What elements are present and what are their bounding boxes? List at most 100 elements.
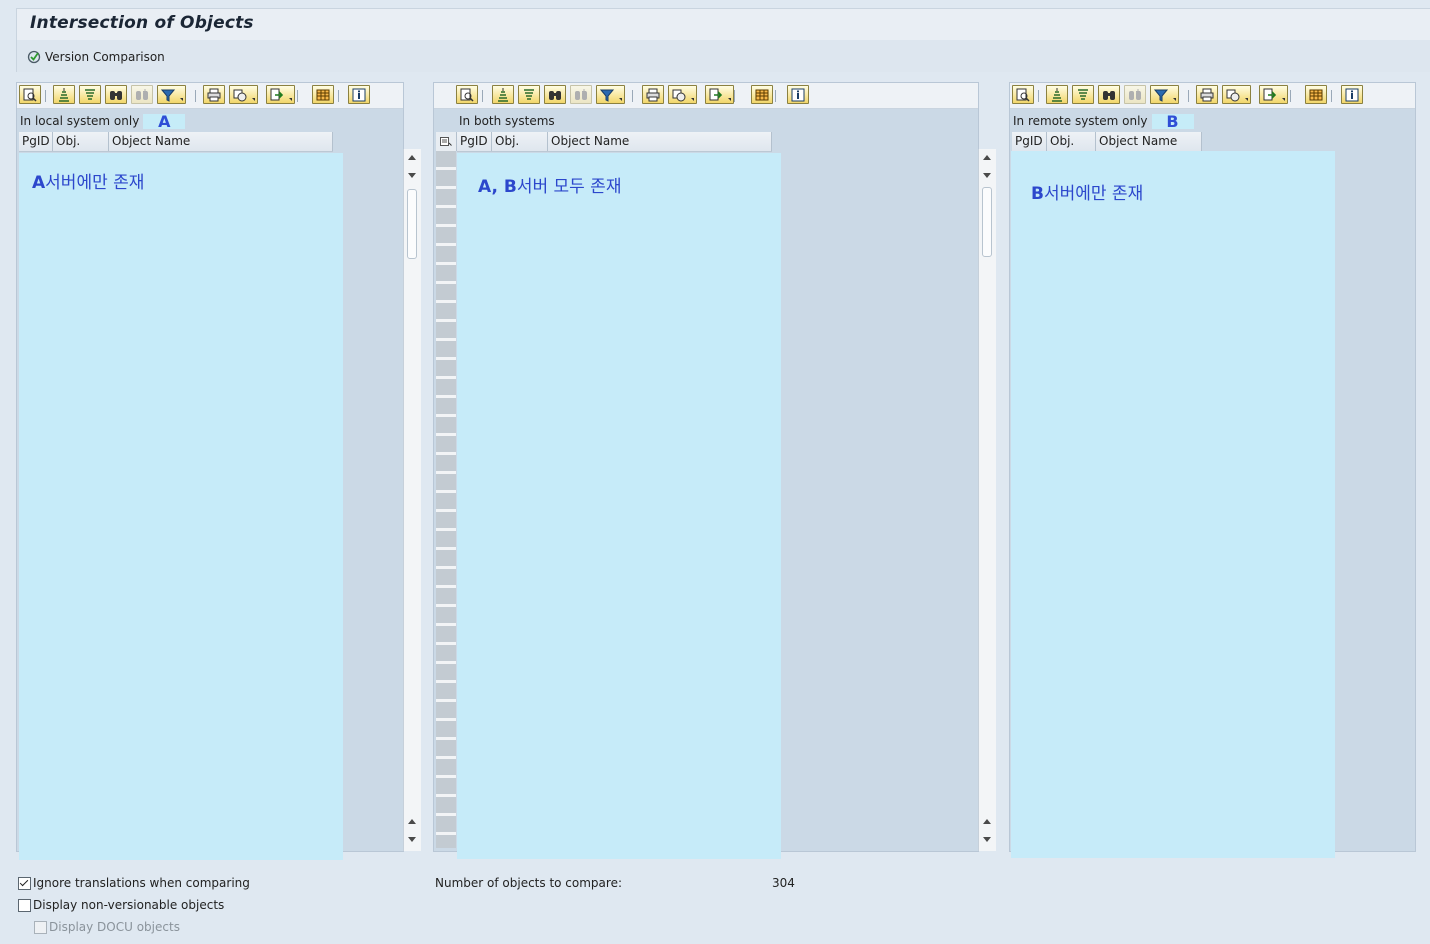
print-button[interactable] xyxy=(1196,85,1218,104)
version-comparison-label: Version Comparison xyxy=(45,50,165,64)
sort-ascending-button[interactable] xyxy=(492,85,514,104)
column-header-obj[interactable]: Obj. xyxy=(53,132,109,151)
views-button[interactable] xyxy=(229,85,258,104)
column-header-object-name[interactable]: Object Name xyxy=(548,132,772,151)
info-button[interactable] xyxy=(348,85,370,104)
info-button[interactable] xyxy=(1341,85,1363,104)
scroll-down-icon[interactable] xyxy=(983,173,991,178)
grid-title-label: In both systems xyxy=(459,114,555,128)
select-all-button[interactable] xyxy=(436,132,457,151)
display-docu-option: Display DOCU objects xyxy=(34,920,180,934)
details-button[interactable] xyxy=(456,85,478,104)
find-button[interactable] xyxy=(544,85,566,104)
title-bar: Intersection of Objects xyxy=(16,8,1430,41)
views-icon xyxy=(233,88,247,102)
local-only-panel: In local system only A PgID Obj. Object … xyxy=(16,82,421,860)
scroll-thumb[interactable] xyxy=(407,189,417,259)
ignore-translations-checkbox[interactable] xyxy=(18,876,31,890)
sort-descending-button[interactable] xyxy=(1072,85,1094,104)
info-icon xyxy=(791,88,805,102)
scroll-up-icon[interactable] xyxy=(983,819,991,824)
print-button[interactable] xyxy=(203,85,225,104)
toolbar-separator xyxy=(632,90,633,102)
layout-icon xyxy=(755,88,769,102)
display-non-versionable-checkbox[interactable] xyxy=(18,898,31,912)
sort-ascending-button[interactable] xyxy=(1046,85,1068,104)
scroll-down-icon[interactable] xyxy=(408,173,416,178)
toolbar-separator xyxy=(1331,90,1332,102)
column-header-object-name[interactable]: Object Name xyxy=(1096,132,1202,151)
find-next-button xyxy=(570,85,592,104)
annotation-area-both: A, B서버 모두 존재 xyxy=(457,153,781,859)
select-all-icon xyxy=(440,136,452,146)
filter-button[interactable] xyxy=(1150,85,1179,104)
remote-only-panel: In remote system only B PgID Obj. Object… xyxy=(1009,82,1416,858)
export-button[interactable] xyxy=(705,85,734,104)
version-comparison-button[interactable]: Version Comparison xyxy=(27,48,165,66)
column-header-pgid[interactable]: PgID xyxy=(19,132,53,151)
column-header-pgid[interactable]: PgID xyxy=(1012,132,1047,151)
sort-descending-button[interactable] xyxy=(79,85,101,104)
find-next-button xyxy=(131,85,153,104)
toolbar-separator xyxy=(338,90,339,102)
scroll-up-icon[interactable] xyxy=(983,155,991,160)
system-a-mark: A xyxy=(143,113,186,129)
sort-ascending-icon xyxy=(496,87,510,102)
filter-button[interactable] xyxy=(157,85,186,104)
layout-button[interactable] xyxy=(751,85,773,104)
details-button[interactable] xyxy=(19,85,41,104)
find-icon xyxy=(1102,88,1116,102)
info-icon xyxy=(1345,88,1359,102)
print-icon xyxy=(207,88,221,102)
details-icon xyxy=(23,88,37,102)
sort-descending-icon xyxy=(522,88,536,102)
details-button[interactable] xyxy=(1012,85,1034,104)
display-non-versionable-option[interactable]: Display non-versionable objects xyxy=(18,898,224,912)
toolbar-separator xyxy=(482,90,483,102)
column-header-obj[interactable]: Obj. xyxy=(492,132,548,151)
column-header-object-name[interactable]: Object Name xyxy=(109,132,333,151)
row-selector-column[interactable] xyxy=(436,151,456,848)
export-button[interactable] xyxy=(1259,85,1288,104)
toolbar-separator xyxy=(734,90,735,102)
views-button[interactable] xyxy=(668,85,697,104)
layout-button[interactable] xyxy=(1305,85,1327,104)
sort-descending-button[interactable] xyxy=(518,85,540,104)
export-button[interactable] xyxy=(266,85,295,104)
sort-ascending-icon xyxy=(1050,87,1064,102)
system-b-mark: B xyxy=(1151,113,1194,129)
column-header-pgid[interactable]: PgID xyxy=(457,132,492,151)
annotation-text: A, B서버 모두 존재 xyxy=(478,177,622,197)
layout-icon xyxy=(316,88,330,102)
vertical-scrollbar[interactable] xyxy=(403,149,421,851)
ignore-translations-label: Ignore translations when comparing xyxy=(33,876,250,890)
find-icon xyxy=(548,88,562,102)
filter-icon xyxy=(600,88,614,102)
layout-button[interactable] xyxy=(312,85,334,104)
views-button[interactable] xyxy=(1222,85,1251,104)
find-icon xyxy=(109,88,123,102)
find-button[interactable] xyxy=(105,85,127,104)
ignore-translations-option[interactable]: Ignore translations when comparing xyxy=(18,876,250,890)
scroll-up-icon[interactable] xyxy=(408,155,416,160)
sort-ascending-button[interactable] xyxy=(53,85,75,104)
info-button[interactable] xyxy=(787,85,809,104)
scroll-up-icon[interactable] xyxy=(408,819,416,824)
annotation-text: A서버에만 존재 xyxy=(32,173,145,193)
print-icon xyxy=(1200,88,1214,102)
filter-button[interactable] xyxy=(596,85,625,104)
scroll-down-icon[interactable] xyxy=(983,837,991,842)
version-comparison-icon xyxy=(27,50,41,64)
scroll-thumb[interactable] xyxy=(982,187,992,257)
display-non-versionable-label: Display non-versionable objects xyxy=(33,898,225,912)
vertical-scrollbar[interactable] xyxy=(978,149,996,851)
column-header-obj[interactable]: Obj. xyxy=(1047,132,1096,151)
scroll-down-icon[interactable] xyxy=(408,837,416,842)
export-icon xyxy=(709,88,723,102)
alv-toolbar xyxy=(1010,83,1415,109)
column-header-row: PgID Obj. Object Name xyxy=(457,132,772,152)
both-systems-panel: In both systems PgID Obj. Object Name A,… xyxy=(433,82,996,859)
sort-ascending-icon xyxy=(57,87,71,102)
print-button[interactable] xyxy=(642,85,664,104)
find-button[interactable] xyxy=(1098,85,1120,104)
